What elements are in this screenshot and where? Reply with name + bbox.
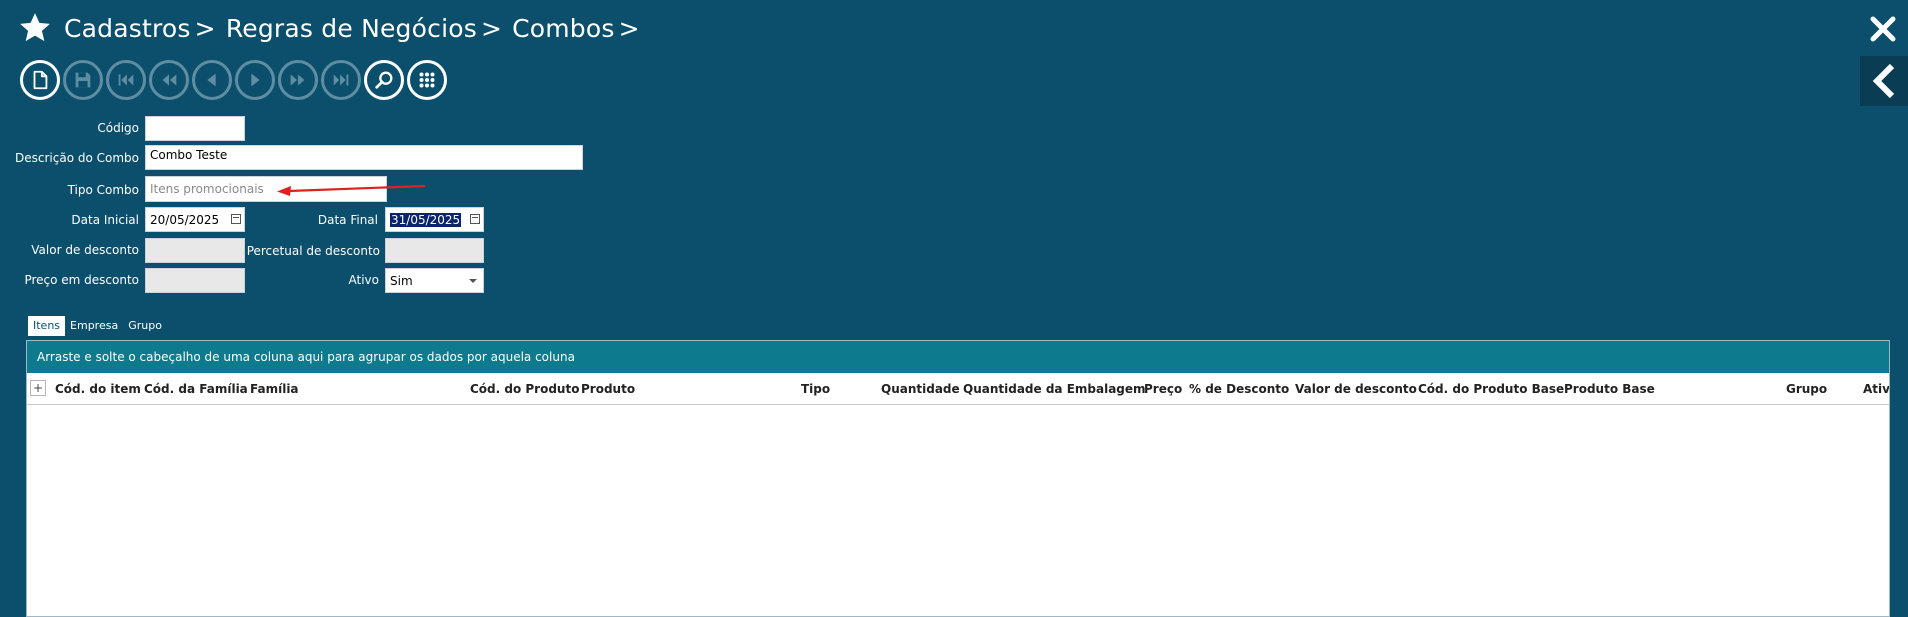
last-record-icon xyxy=(333,74,349,86)
tipo-combo-label: Tipo Combo xyxy=(67,183,139,197)
breadcrumb-item-combos[interactable]: Combos xyxy=(512,14,615,43)
save-icon xyxy=(75,72,91,88)
chevron-right-icon: > xyxy=(194,13,216,43)
tab-empresa[interactable]: Empresa xyxy=(65,316,123,336)
codigo-input[interactable] xyxy=(145,116,245,141)
col-cod-item[interactable]: Cód. do item xyxy=(55,382,141,396)
expand-all-button[interactable]: + xyxy=(30,380,46,396)
col-grupo[interactable]: Grupo xyxy=(1786,382,1827,396)
next-button[interactable] xyxy=(235,60,275,100)
search-icon xyxy=(375,71,393,89)
data-final-input[interactable]: 31/05/2025 xyxy=(385,207,484,232)
tab-itens[interactable]: Itens xyxy=(28,316,66,336)
header: Cadastros > Regras de Negócios > Combos … xyxy=(18,8,650,48)
chevron-left-icon xyxy=(1872,63,1895,99)
col-produto-base[interactable]: Produto Base xyxy=(1564,382,1655,396)
col-ativo[interactable]: Ativo xyxy=(1863,382,1889,396)
percentual-desconto-input[interactable] xyxy=(385,238,484,263)
fast-back-button[interactable] xyxy=(149,60,189,100)
col-familia[interactable]: Família xyxy=(250,382,299,396)
col-cod-familia[interactable]: Cód. da Família xyxy=(144,382,248,396)
fast-forward-icon xyxy=(290,74,305,86)
ativo-label: Ativo xyxy=(348,273,379,287)
annotation-arrow xyxy=(277,184,426,196)
first-record-button[interactable] xyxy=(106,60,146,100)
new-button[interactable] xyxy=(20,60,60,100)
valor-desconto-input[interactable] xyxy=(145,238,245,263)
preco-desconto-input[interactable] xyxy=(145,268,245,293)
data-inicial-input[interactable]: 20/05/2025 xyxy=(145,207,245,232)
items-grid: Arraste e solte o cabeçalho de uma colun… xyxy=(26,340,1890,617)
col-cod-produto[interactable]: Cód. do Produto xyxy=(470,382,579,396)
col-perc-desconto[interactable]: % de Desconto xyxy=(1189,382,1289,396)
col-preco[interactable]: Preço xyxy=(1144,382,1182,396)
fast-forward-button[interactable] xyxy=(278,60,318,100)
breadcrumb-item-cadastros[interactable]: Cadastros xyxy=(64,14,191,43)
col-produto[interactable]: Produto xyxy=(581,382,635,396)
grid-menu-icon xyxy=(419,72,435,88)
previous-icon xyxy=(207,73,216,87)
data-final-value: 31/05/2025 xyxy=(390,213,462,227)
ativo-selected-value: Sim xyxy=(390,274,413,288)
star-icon[interactable] xyxy=(18,11,52,45)
col-valor-desconto[interactable]: Valor de desconto xyxy=(1295,382,1417,396)
preco-desconto-label: Preço em desconto xyxy=(24,273,139,287)
save-button[interactable] xyxy=(63,60,103,100)
toolbar xyxy=(20,60,447,100)
col-quantidade[interactable]: Quantidade xyxy=(881,382,960,396)
col-ativo-clip: Ativo xyxy=(1863,373,1889,404)
grid-header: + Cód. do item Cód. da Família Família C… xyxy=(27,373,1889,405)
codigo-label: Código xyxy=(97,121,139,135)
descricao-label: Descrição do Combo xyxy=(15,151,139,165)
data-final-label: Data Final xyxy=(317,213,378,227)
percentual-desconto-label: Percetual de desconto xyxy=(246,244,380,258)
col-quantidade-embalagem[interactable]: Quantidade da Embalagem xyxy=(963,382,1146,396)
calendar-icon[interactable] xyxy=(470,214,480,224)
tab-bar: Itens Empresa Grupo xyxy=(28,316,167,336)
ativo-select[interactable]: Sim xyxy=(385,268,484,293)
col-tipo[interactable]: Tipo xyxy=(801,382,830,396)
group-by-panel[interactable]: Arraste e solte o cabeçalho de uma colun… xyxy=(27,341,1889,373)
close-icon[interactable] xyxy=(1868,14,1898,44)
tab-grupo[interactable]: Grupo xyxy=(123,316,167,336)
valor-desconto-label: Valor de desconto xyxy=(31,243,139,257)
chevron-right-icon: > xyxy=(618,13,640,43)
chevron-right-icon: > xyxy=(480,13,503,43)
next-icon xyxy=(251,73,260,87)
col-cod-produto-base[interactable]: Cód. do Produto Base xyxy=(1418,382,1564,396)
breadcrumb-item-regras[interactable]: Regras de Negócios xyxy=(226,14,477,43)
breadcrumb: Cadastros > Regras de Negócios > Combos … xyxy=(64,14,650,43)
chevron-down-icon xyxy=(469,279,477,283)
data-inicial-label: Data Inicial xyxy=(71,213,139,227)
grid-body[interactable] xyxy=(27,405,1889,617)
calendar-icon[interactable] xyxy=(231,214,241,224)
grid-menu-button[interactable] xyxy=(407,60,447,100)
first-record-icon xyxy=(118,74,134,86)
collapse-panel-button[interactable] xyxy=(1860,56,1908,106)
previous-button[interactable] xyxy=(192,60,232,100)
fast-back-icon xyxy=(162,74,177,86)
descricao-input[interactable]: Combo Teste xyxy=(145,145,583,170)
last-record-button[interactable] xyxy=(321,60,361,100)
search-button[interactable] xyxy=(364,60,404,100)
data-inicial-value: 20/05/2025 xyxy=(150,213,220,227)
new-file-icon xyxy=(33,70,48,90)
